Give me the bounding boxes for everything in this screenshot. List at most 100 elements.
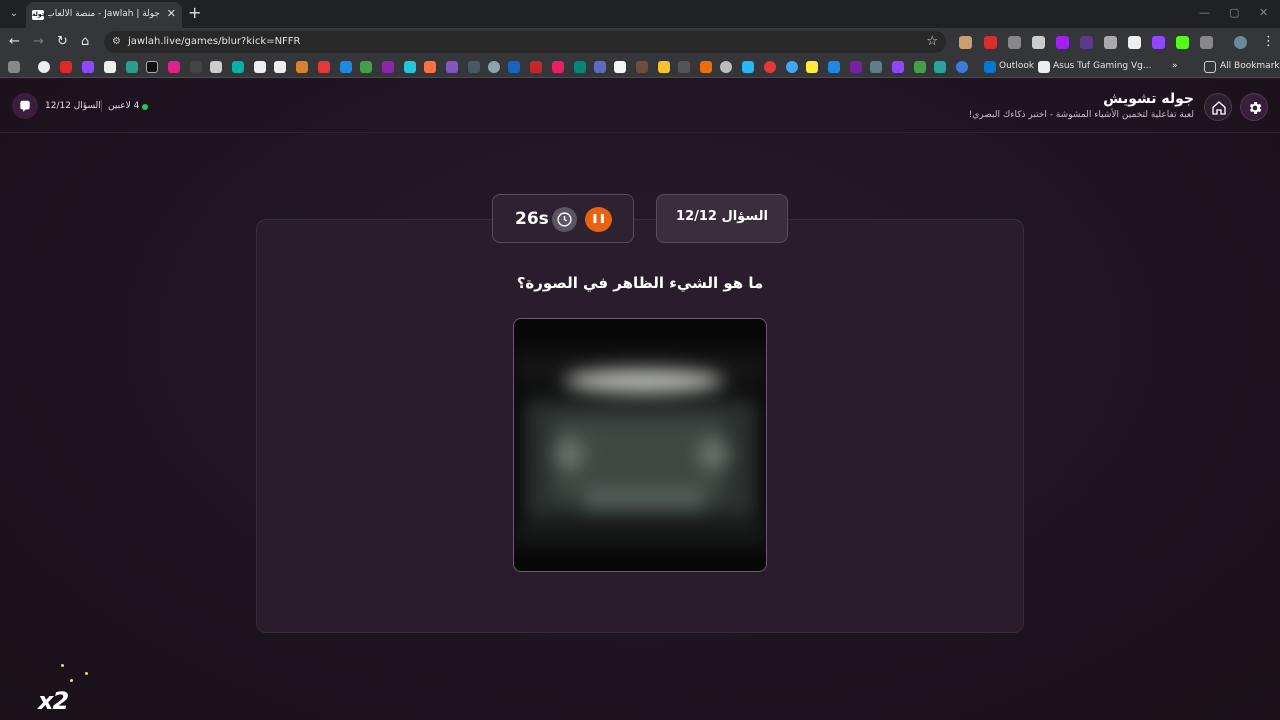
bookmark-icon[interactable] [360, 61, 372, 73]
bookmark-icon[interactable] [446, 61, 458, 73]
extension-icon[interactable] [1008, 36, 1021, 49]
browser-tab[interactable]: جولة جولة | Jawlah - منصة الألعاب الت...… [26, 2, 182, 28]
bookmark-icon[interactable] [274, 61, 286, 73]
bookmark-icon[interactable] [764, 61, 776, 73]
home-browser-icon[interactable]: ⌂ [81, 34, 89, 50]
bookmark-icon[interactable] [468, 61, 480, 73]
blurred-image-content [514, 319, 766, 571]
sparkle-decoration [61, 664, 64, 667]
bookmark-icon[interactable] [934, 61, 946, 73]
bookmark-icon[interactable] [404, 61, 416, 73]
blurred-image [513, 318, 767, 572]
bookmark-icon[interactable] [574, 61, 586, 73]
asus-icon[interactable] [1038, 61, 1050, 73]
extension-icon[interactable] [984, 36, 997, 49]
bookmark-icon[interactable] [552, 61, 564, 73]
timer-panel: 26s ❚❚ [492, 194, 634, 243]
all-bookmarks[interactable]: All Bookmarks [1220, 61, 1280, 71]
bookmark-icon[interactable] [658, 61, 670, 73]
mute-icon[interactable] [1104, 36, 1117, 49]
home-button[interactable] [1204, 93, 1232, 121]
bookmark-icon[interactable] [508, 61, 520, 73]
bookmark-icon[interactable] [828, 61, 840, 73]
bookmark-icon[interactable] [254, 61, 266, 73]
bookmark-icon[interactable] [892, 61, 904, 73]
bookmark-icon[interactable] [850, 61, 862, 73]
score-multiplier: x2 [38, 687, 69, 715]
extension-icon[interactable] [1056, 36, 1069, 49]
bookmark-icon[interactable] [488, 61, 500, 73]
minimize-button[interactable]: — [1199, 6, 1210, 19]
bookmark-icon[interactable] [742, 61, 754, 73]
bookmark-icon[interactable] [786, 61, 798, 73]
globe-icon[interactable] [956, 61, 968, 73]
online-status-dot [142, 104, 148, 110]
page-title: جوله تشويش [1103, 91, 1194, 107]
google-icon[interactable] [38, 61, 50, 73]
outlook-icon[interactable] [984, 61, 996, 73]
bookmark-icon[interactable] [168, 61, 180, 73]
extension-icon[interactable] [1032, 36, 1045, 49]
bookmark-icon[interactable] [806, 61, 818, 73]
extensions-puzzle-icon[interactable] [1200, 36, 1213, 49]
tab-favicon: جولة [32, 10, 46, 20]
timer-value: 26s [515, 209, 549, 229]
bookmark-icon[interactable] [530, 61, 542, 73]
question-text: ما هو الشيء الظاهر في الصورة؟ [516, 274, 764, 292]
bookmark-icon[interactable] [424, 61, 436, 73]
bookmark-icon[interactable] [382, 61, 394, 73]
youtube-icon[interactable] [60, 61, 72, 73]
back-icon[interactable]: ← [9, 34, 20, 50]
sparkle-decoration [85, 672, 88, 675]
bookmark-star-icon[interactable]: ☆ [926, 34, 938, 49]
bookmark-icon[interactable] [614, 61, 626, 73]
bookmark-icon[interactable] [678, 61, 690, 73]
kick-icon[interactable] [1176, 36, 1189, 49]
profile-avatar[interactable] [1234, 36, 1247, 49]
tab-search-button[interactable]: ⌄ [4, 4, 24, 24]
bookmark-icon[interactable] [720, 61, 732, 73]
bookmark-icon[interactable] [126, 61, 138, 73]
url-text: jawlah.live/games/blur?kick=NFFR [128, 36, 301, 47]
bookmark-icon[interactable] [210, 61, 222, 73]
game-page: جوله تشويش لعبة تفاعلية لتخمين الأشياء ا… [0, 79, 1280, 720]
bookmark-icon[interactable] [700, 61, 712, 73]
settings-button[interactable] [1240, 93, 1268, 121]
close-window-button[interactable]: ✕ [1259, 6, 1268, 19]
bookmarks-bar: Outlook Asus Tuf Gaming Vg... » All Book… [0, 56, 1280, 78]
bookmark-asus[interactable]: Asus Tuf Gaming Vg... [1053, 61, 1151, 71]
header-question-count: السؤال 12/12 [45, 101, 101, 111]
apps-icon[interactable] [8, 61, 20, 73]
site-info-icon[interactable]: ⚙ [112, 36, 124, 48]
tab-close-icon[interactable]: ✕ [167, 7, 176, 21]
bookmark-outlook[interactable]: Outlook [999, 61, 1034, 71]
reload-icon[interactable]: ↻ [57, 34, 68, 50]
extension-icon[interactable] [959, 36, 972, 49]
bookmark-icon[interactable] [636, 61, 648, 73]
bookmark-icon[interactable] [870, 61, 882, 73]
players-count: 4 لاعبين [108, 101, 140, 111]
twitch-icon[interactable] [1152, 36, 1165, 49]
bookmark-icon[interactable] [190, 61, 202, 73]
pause-button[interactable]: ❚❚ [585, 207, 612, 232]
settings-icon [1249, 102, 1262, 114]
bookmark-icon[interactable] [340, 61, 352, 73]
extension-icon[interactable] [1128, 36, 1141, 49]
extension-icon[interactable] [1080, 36, 1093, 49]
more-bookmarks-icon[interactable]: » [1172, 61, 1178, 71]
bookmark-icon[interactable] [914, 61, 926, 73]
bookmark-icon[interactable] [232, 61, 244, 73]
address-bar[interactable]: ⚙ jawlah.live/games/blur?kick=NFFR ☆ [104, 31, 946, 53]
bookmark-icon[interactable] [146, 61, 158, 73]
logo-button[interactable] [12, 93, 38, 119]
maximize-button[interactable]: ▢ [1229, 6, 1239, 19]
new-tab-button[interactable]: + [188, 4, 201, 22]
bookmark-icon[interactable] [318, 61, 330, 73]
bookmark-icon[interactable] [296, 61, 308, 73]
bookmark-icon[interactable] [82, 61, 94, 73]
browser-menu-icon[interactable]: ⋮ [1262, 34, 1275, 50]
forward-icon[interactable]: → [33, 34, 44, 50]
clock-icon [552, 207, 577, 232]
bookmark-icon[interactable] [594, 61, 606, 73]
bookmark-icon[interactable] [104, 61, 116, 73]
